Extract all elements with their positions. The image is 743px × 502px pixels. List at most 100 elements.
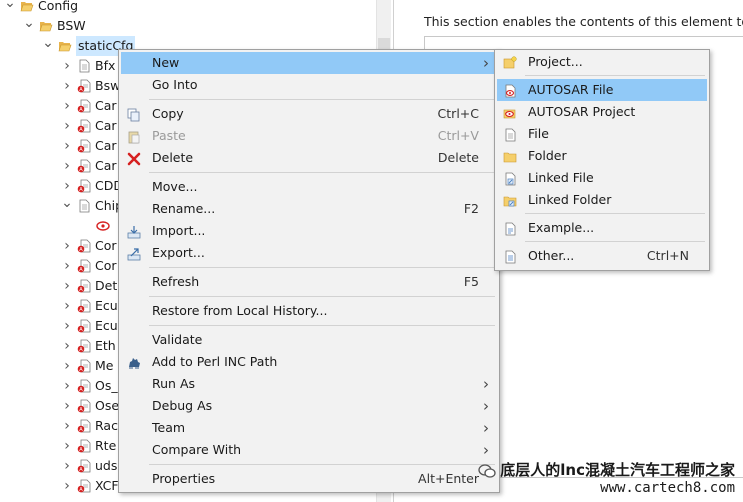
menu-item-label: Linked File <box>528 170 594 185</box>
chevron-right-icon[interactable]: › <box>61 356 73 376</box>
chevron-right-icon[interactable]: › <box>61 236 73 256</box>
chevron-right-icon[interactable]: › <box>61 56 73 76</box>
chevron-right-icon[interactable]: › <box>61 416 73 436</box>
menu-item-project[interactable]: Project... <box>497 51 707 73</box>
menu-item-label: Run As <box>152 376 196 391</box>
chevron-right-icon[interactable]: › <box>61 96 73 116</box>
menu-item-compare-with[interactable]: Compare With › <box>121 439 497 461</box>
menu-item-export[interactable]: Export... <box>121 242 497 264</box>
menu-separator <box>149 171 495 173</box>
file-icon <box>77 199 91 213</box>
menu-item-label: AUTOSAR Project <box>528 104 636 119</box>
chevron-right-icon: › <box>483 419 489 437</box>
menu-item-other[interactable]: Other... Ctrl+N <box>497 245 707 267</box>
menu-item-linked-folder[interactable]: Linked Folder <box>497 189 707 211</box>
file-warn-icon: A <box>77 119 91 133</box>
file-warn-icon: A <box>77 379 91 393</box>
menu-item-autosar-file[interactable]: AUTOSAR File <box>497 79 707 101</box>
menu-item-linked-file[interactable]: Linked File <box>497 167 707 189</box>
paste-icon <box>127 129 141 144</box>
menu-item-autosar-project[interactable]: AUTOSAR Project <box>497 101 707 123</box>
menu-item-paste[interactable]: Paste Ctrl+V <box>121 125 497 147</box>
chevron-right-icon[interactable]: › <box>61 276 73 296</box>
menu-item-import[interactable]: Import... <box>121 220 497 242</box>
tree-item[interactable]: ⌄ BSW <box>0 16 376 36</box>
import-icon <box>127 224 141 239</box>
menu-item-properties[interactable]: Properties Alt+Enter <box>121 468 497 490</box>
file-warn-icon: A <box>77 399 91 413</box>
chevron-down-icon[interactable]: ⌄ <box>4 0 16 16</box>
shortcut-label: Delete <box>437 150 479 165</box>
chevron-right-icon[interactable]: › <box>61 396 73 416</box>
menu-item-rename[interactable]: Rename... F2 <box>121 198 497 220</box>
file-warn-icon: A <box>77 319 91 333</box>
menu-item-delete[interactable]: Delete Delete <box>121 147 497 169</box>
chevron-right-icon[interactable]: › <box>61 476 73 496</box>
chevron-right-icon[interactable]: › <box>61 136 73 156</box>
chevron-down-icon[interactable]: ⌄ <box>23 16 35 36</box>
menu-item-label: Project... <box>528 54 583 69</box>
menu-item-refresh[interactable]: Refresh F5 <box>121 271 497 293</box>
tree-item-label: Ecu <box>95 298 118 313</box>
tree-item-label: Me <box>95 358 114 373</box>
project-icon <box>503 55 517 69</box>
autosar-project-icon <box>503 105 517 119</box>
menu-item-add-to-perl-inc-path[interactable]: Add to Perl INC Path <box>121 351 497 373</box>
menu-item-restore-from-local-history[interactable]: Restore from Local History... <box>121 300 497 322</box>
menu-item-copy[interactable]: Copy Ctrl+C <box>121 103 497 125</box>
chevron-right-icon[interactable]: › <box>61 256 73 276</box>
chevron-right-icon[interactable]: › <box>61 456 73 476</box>
tree-item-label: Ecu <box>95 318 118 333</box>
chevron-right-icon[interactable]: › <box>61 156 73 176</box>
menu-item-debug-as[interactable]: Debug As › <box>121 395 497 417</box>
svg-text:A: A <box>79 367 83 373</box>
menu-separator <box>525 241 705 242</box>
new-submenu: Project... AUTOSAR File AUTOSAR Project Fil… <box>494 49 710 271</box>
chevron-right-icon[interactable]: › <box>61 296 73 316</box>
chevron-right-icon[interactable]: › <box>61 316 73 336</box>
menu-item-team[interactable]: Team › <box>121 417 497 439</box>
menu-item-example[interactable]: Example... <box>497 217 707 239</box>
svg-text:A: A <box>79 267 83 273</box>
file-icon <box>77 59 91 73</box>
chevron-right-icon[interactable]: › <box>61 76 73 96</box>
svg-text:A: A <box>79 387 83 393</box>
menu-item-folder[interactable]: Folder <box>497 145 707 167</box>
chevron-right-icon[interactable]: › <box>61 176 73 196</box>
chevron-right-icon[interactable]: › <box>61 116 73 136</box>
menu-item-label: Refresh <box>152 274 200 289</box>
chevron-right-icon[interactable]: › <box>61 436 73 456</box>
chevron-down-icon[interactable]: ⌄ <box>42 36 54 56</box>
menu-item-label: Restore from Local History... <box>152 303 328 318</box>
menu-item-label: Rename... <box>152 201 216 216</box>
svg-text:A: A <box>79 127 83 133</box>
menu-item-label: AUTOSAR File <box>528 82 614 97</box>
shortcut-label: Alt+Enter <box>418 471 479 486</box>
chevron-right-icon: › <box>483 375 489 393</box>
tree-item-label: Rac <box>95 418 118 433</box>
tree-item-label: XCF <box>95 478 119 493</box>
menu-item-run-as[interactable]: Run As › <box>121 373 497 395</box>
file-warn-icon: A <box>77 459 91 473</box>
chevron-right-icon[interactable]: › <box>61 336 73 356</box>
menu-item-file[interactable]: File <box>497 123 707 145</box>
chevron-right-icon[interactable]: › <box>61 376 73 396</box>
file-warn-icon: A <box>77 239 91 253</box>
file-warn-icon: A <box>77 479 91 493</box>
tree-item-label: Cor <box>95 238 117 253</box>
file-warn-icon: A <box>77 279 91 293</box>
svg-text:A: A <box>79 407 83 413</box>
menu-item-go-into[interactable]: Go Into <box>121 74 497 96</box>
menu-item-move[interactable]: Move... <box>121 176 497 198</box>
chevron-down-icon[interactable]: ⌄ <box>61 196 73 216</box>
watermark-line2: www.cartech8.com <box>600 480 735 496</box>
tree-item[interactable]: ⌄ Config <box>0 0 376 16</box>
menu-item-label: New <box>152 55 180 70</box>
folder-open-icon <box>20 0 34 13</box>
menu-item-new[interactable]: New › <box>121 52 497 74</box>
menu-item-label: Import... <box>152 223 206 238</box>
menu-item-validate[interactable]: Validate <box>121 329 497 351</box>
wechat-icon <box>478 463 496 478</box>
svg-text:A: A <box>79 147 83 153</box>
svg-text:A: A <box>79 307 83 313</box>
